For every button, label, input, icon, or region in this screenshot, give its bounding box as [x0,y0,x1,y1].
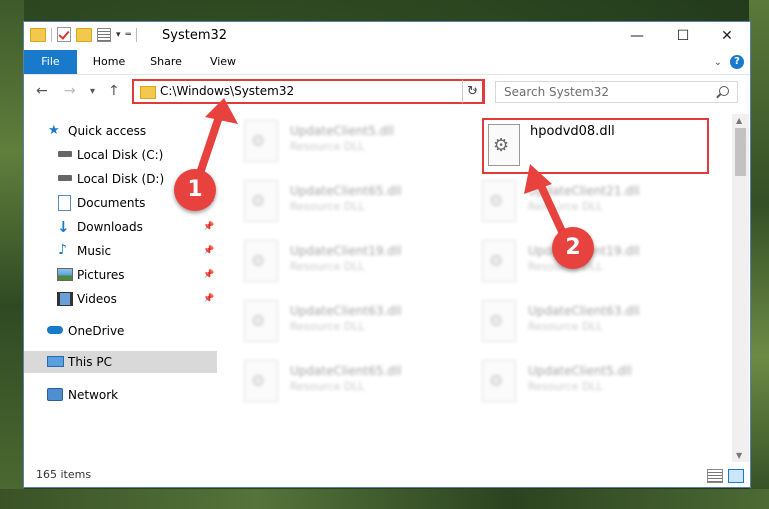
annotation-arrows [192,98,569,242]
arrowhead-2 [524,164,552,194]
step-badge-1: 1 [174,169,216,211]
arrowhead-1 [205,98,238,124]
step-badge-2: 2 [552,227,594,269]
